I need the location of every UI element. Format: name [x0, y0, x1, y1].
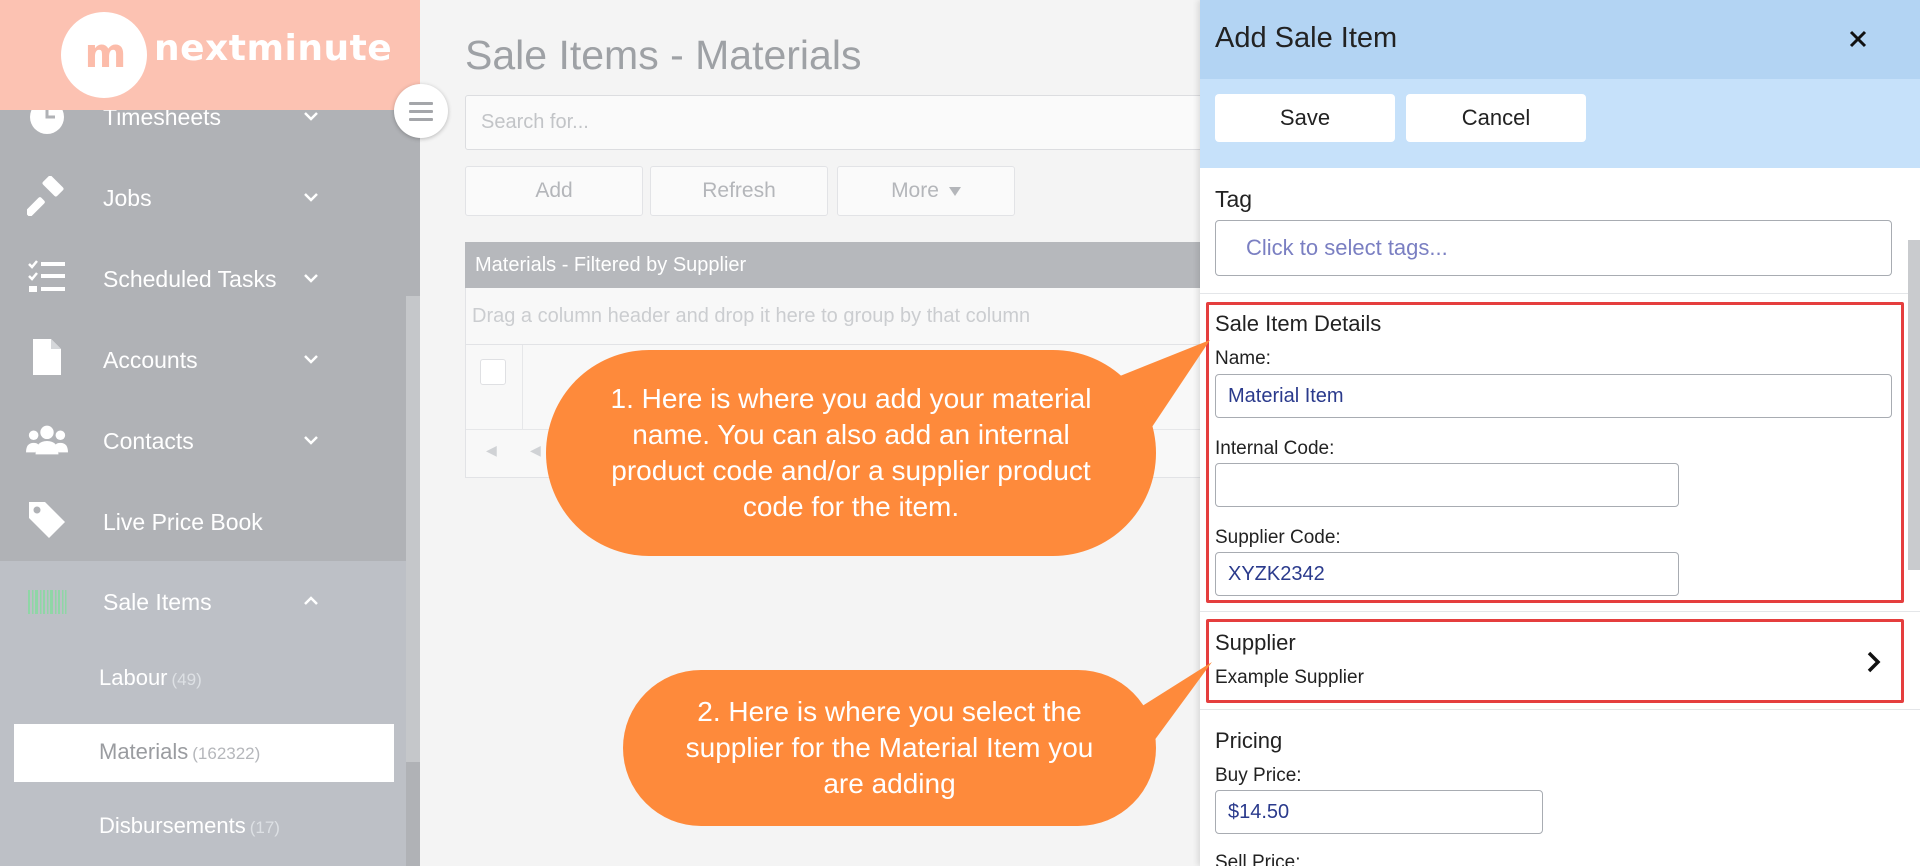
sell-price-label: Sell Price: — [1215, 852, 1301, 866]
page-title: Sale Items - Materials — [465, 32, 862, 78]
close-button[interactable] — [1843, 24, 1873, 54]
sidebar-item-label: Scheduled Tasks — [103, 266, 277, 292]
menu-toggle-button[interactable] — [394, 84, 448, 138]
refresh-button-label: Refresh — [702, 179, 776, 202]
supplier-value: Example Supplier — [1215, 667, 1364, 688]
logo-bar: m nextminute — [0, 0, 420, 110]
name-input[interactable]: Material Item — [1215, 374, 1892, 418]
name-label: Name: — [1215, 348, 1271, 369]
sidebar-scrollbar[interactable] — [406, 296, 420, 762]
sidebar-subitem-disbursements[interactable]: Disbursements (17) — [14, 798, 394, 856]
column-menu-icon[interactable]: ⋮ — [1164, 361, 1184, 381]
save-button[interactable]: Save — [1215, 94, 1395, 142]
first-page-icon[interactable]: ◀ — [486, 443, 497, 459]
tag-label: Tag — [1215, 186, 1253, 212]
hammer-icon — [26, 175, 68, 217]
section-divider — [1200, 709, 1920, 710]
subitem-count: (162322) — [192, 744, 261, 763]
sidebar-item-scheduled-tasks[interactable]: Scheduled Tasks — [0, 238, 406, 319]
panel-title: Add Sale Item — [1215, 22, 1398, 54]
subitem-name: Labour — [99, 665, 168, 690]
supplier-selector[interactable]: Supplier Example Supplier — [1209, 622, 1901, 700]
panel-scrollbar[interactable] — [1908, 240, 1920, 570]
sidebar-item-contacts[interactable]: Contacts — [0, 400, 406, 481]
add-button[interactable]: Add — [465, 166, 643, 216]
chevron-up-icon — [302, 592, 320, 610]
sidebar-item-label: Jobs — [103, 185, 152, 211]
sidebar-subitem-materials[interactable]: Materials (162322) — [14, 724, 394, 782]
sidebar-item-label: Live Price Book — [103, 509, 263, 535]
select-all-checkbox[interactable] — [480, 359, 506, 385]
sidebar-item-jobs[interactable]: Jobs — [0, 157, 406, 238]
hamburger-icon-bar — [409, 117, 433, 121]
more-button[interactable]: More — [837, 166, 1015, 216]
tag-selector[interactable]: Click to select tags... — [1215, 220, 1892, 276]
chevron-down-icon — [302, 431, 320, 449]
buy-price-label: Buy Price: — [1215, 765, 1302, 786]
subitem-count: (49) — [171, 670, 202, 689]
callout-supplier: 2. Here is where you select the supplier… — [623, 670, 1156, 826]
subitem-count: (17) — [249, 818, 280, 837]
internal-code-input[interactable] — [1215, 463, 1679, 507]
pricing-heading: Pricing — [1215, 728, 1283, 753]
supplier-heading: Supplier — [1215, 630, 1296, 655]
cancel-button[interactable]: Cancel — [1406, 94, 1586, 142]
chevron-down-icon — [302, 350, 320, 368]
sidebar: m nextminute Timesheets Jobs Scheduled T… — [0, 0, 420, 866]
subitem-label: Labour (49) — [99, 665, 202, 691]
panel-actions: Save Cancel — [1200, 79, 1920, 168]
section-divider — [1200, 611, 1920, 612]
sidebar-item-live-price-book[interactable]: Live Price Book — [0, 481, 406, 562]
sidebar-item-label: Sale Items — [103, 589, 212, 615]
chevron-right-icon — [1867, 651, 1881, 673]
supplier-code-input[interactable]: XYZK2342 — [1215, 552, 1679, 596]
sidebar-subitem-labour[interactable]: Labour (49) — [14, 650, 394, 708]
barcode-icon — [26, 581, 68, 623]
checklist-icon — [26, 256, 68, 298]
chevron-down-icon — [302, 188, 320, 206]
grid-title: Materials - Filtered by Supplier — [465, 242, 1225, 288]
hamburger-icon-bar — [409, 109, 433, 113]
sidebar-item-accounts[interactable]: Accounts — [0, 319, 406, 400]
sidebar-item-label: Contacts — [103, 428, 194, 454]
panel-header: Add Sale Item — [1200, 0, 1920, 79]
supplier-code-label: Supplier Code: — [1215, 527, 1341, 548]
tag-icon — [26, 499, 68, 541]
sale-items-submenu: Labour (49) Materials (162322) Disbursemen… — [0, 642, 406, 866]
caret-down-icon — [948, 186, 961, 196]
subitem-name: Disbursements — [99, 813, 246, 838]
refresh-button[interactable]: Refresh — [650, 166, 828, 216]
subitem-label: Materials (162322) — [99, 739, 260, 765]
prev-page-icon[interactable]: ◀ — [530, 443, 541, 459]
hamburger-icon-bar — [409, 101, 433, 105]
section-divider — [1200, 293, 1920, 294]
internal-code-label: Internal Code: — [1215, 438, 1335, 459]
sidebar-item-sale-items[interactable]: Sale Items — [0, 561, 406, 642]
subitem-label: Disbursements (17) — [99, 813, 280, 839]
chevron-down-icon — [302, 269, 320, 287]
logo-text: nextminute — [154, 28, 393, 69]
more-button-label: More — [891, 179, 939, 202]
subitem-name: Materials — [99, 739, 189, 764]
group-by-drop-zone[interactable]: Drag a column header and drop it here to… — [465, 288, 1225, 344]
people-icon — [26, 419, 68, 461]
sidebar-item-label: Accounts — [103, 347, 198, 373]
callout-name-fields: 1. Here is where you add your material n… — [546, 350, 1156, 556]
logo-mark: m — [61, 12, 147, 98]
buy-price-input[interactable]: $14.50 — [1215, 790, 1543, 834]
grid-column-divider — [522, 345, 523, 429]
add-sale-item-panel: Add Sale Item Save Cancel Tag Click to s… — [1200, 0, 1920, 866]
add-button-label: Add — [535, 179, 573, 202]
search-input[interactable]: Search for... — [465, 95, 1225, 150]
close-icon — [1849, 30, 1867, 48]
details-heading: Sale Item Details — [1215, 311, 1382, 336]
document-icon — [26, 336, 68, 378]
